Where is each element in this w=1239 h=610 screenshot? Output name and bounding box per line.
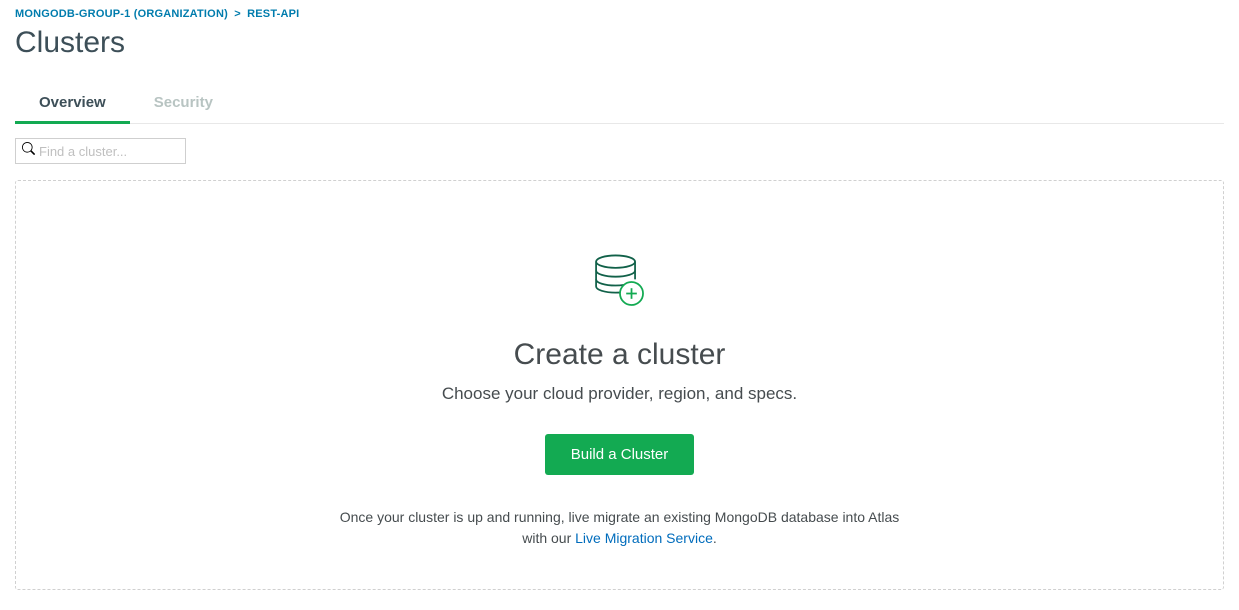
- empty-state-card: Create a cluster Choose your cloud provi…: [15, 180, 1224, 590]
- footer-text-post: .: [713, 530, 717, 546]
- breadcrumb: MONGODB-GROUP-1 (ORGANIZATION) > REST-AP…: [15, 8, 1224, 20]
- empty-footer-text: Once your cluster is up and running, liv…: [340, 507, 900, 549]
- build-cluster-button[interactable]: Build a Cluster: [545, 434, 695, 475]
- search-icon: [22, 142, 39, 160]
- database-plus-icon: [46, 251, 1193, 318]
- breadcrumb-org-link[interactable]: MONGODB-GROUP-1 (ORGANIZATION): [15, 8, 228, 20]
- page-title: Clusters: [15, 26, 1224, 60]
- live-migration-link[interactable]: Live Migration Service: [575, 530, 713, 546]
- search-container: [15, 138, 186, 164]
- tab-security[interactable]: Security: [130, 84, 237, 124]
- empty-heading: Create a cluster: [46, 338, 1193, 372]
- breadcrumb-project-link[interactable]: REST-API: [247, 8, 299, 20]
- tabs: Overview Security: [15, 84, 1224, 124]
- empty-subheading: Choose your cloud provider, region, and …: [46, 384, 1193, 404]
- tab-overview[interactable]: Overview: [15, 84, 130, 124]
- breadcrumb-separator: >: [234, 8, 241, 20]
- search-input[interactable]: [39, 144, 179, 159]
